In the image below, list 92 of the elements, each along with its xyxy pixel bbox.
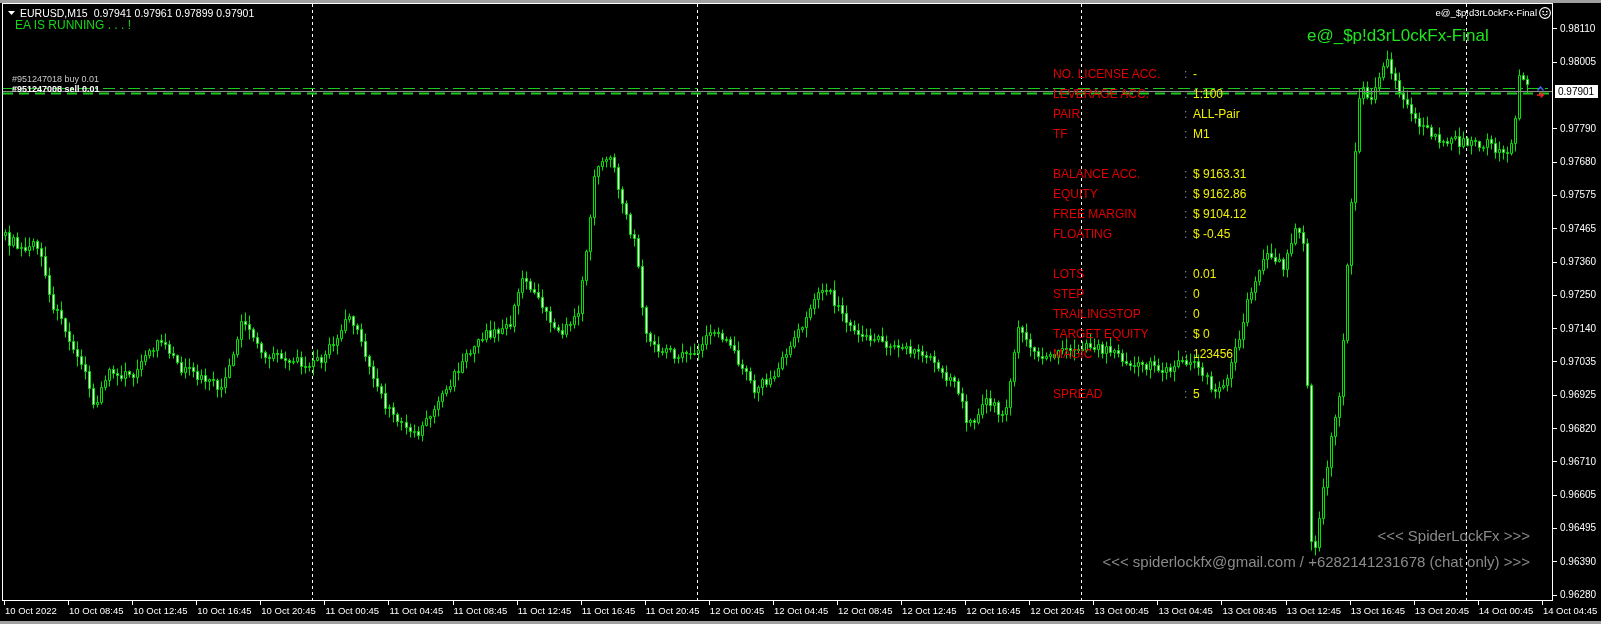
info-label: TF xyxy=(1053,127,1068,141)
info-value: M1 xyxy=(1193,127,1210,141)
info-label: PAIR xyxy=(1053,107,1081,121)
info-label: EQUITY xyxy=(1053,187,1098,201)
field-separator: : xyxy=(1184,267,1188,281)
price-label: 0.97360 xyxy=(1560,256,1597,269)
field-separator: : xyxy=(1184,87,1188,101)
info-label: STEP xyxy=(1053,287,1085,301)
order-label: #951247018 buy 0.01 xyxy=(12,74,100,84)
dropdown-triangle-icon[interactable] xyxy=(8,11,15,15)
price-label: 0.98110 xyxy=(1560,23,1596,35)
trade-arrows-icon xyxy=(1537,86,1544,99)
field-separator: : xyxy=(1184,167,1188,181)
field-separator: : xyxy=(1184,107,1188,121)
time-label: 13 Oct 12:45 xyxy=(1286,605,1341,617)
time-label: 10 Oct 2022 xyxy=(5,605,57,617)
time-label: 10 Oct 16:45 xyxy=(197,605,252,617)
time-label: 13 Oct 08:45 xyxy=(1222,605,1277,617)
info-label: FLOATING xyxy=(1053,227,1113,241)
price-label: 0.97790 xyxy=(1560,122,1597,135)
time-label: 10 Oct 08:45 xyxy=(69,605,124,617)
time-label: 14 Oct 00:45 xyxy=(1478,605,1534,617)
field-separator: : xyxy=(1184,387,1188,401)
price-label: 0.96280 xyxy=(1560,589,1597,602)
info-value: - xyxy=(1193,67,1197,81)
info-value: 5 xyxy=(1193,387,1200,401)
time-label: 13 Oct 20:45 xyxy=(1414,605,1470,617)
time-label: 12 Oct 12:45 xyxy=(902,605,957,617)
field-separator: : xyxy=(1184,287,1188,301)
info-value: 123456 xyxy=(1193,347,1234,361)
time-label: 10 Oct 20:45 xyxy=(261,605,316,617)
time-label: 13 Oct 00:45 xyxy=(1094,605,1149,617)
field-separator: : xyxy=(1184,207,1188,221)
field-separator: : xyxy=(1184,307,1188,321)
price-label: 0.96925 xyxy=(1560,389,1597,402)
time-label: 11 Oct 20:45 xyxy=(645,605,700,617)
field-separator: : xyxy=(1184,227,1188,241)
info-value: $ 9104.12 xyxy=(1193,207,1247,221)
ea-status-text: EA IS RUNNING . . . ! xyxy=(15,19,132,31)
time-label: 11 Oct 12:45 xyxy=(517,605,572,617)
ohlc-quotes: 0.97941 0.97961 0.97899 0.97901 xyxy=(93,7,255,19)
price-label: 0.97035 xyxy=(1560,355,1597,368)
price-label: 0.96605 xyxy=(1560,489,1597,502)
time-label: 12 Oct 20:45 xyxy=(1030,605,1085,617)
info-label: LOTS xyxy=(1053,267,1085,281)
field-separator: : xyxy=(1184,127,1188,141)
price-label: 0.96710 xyxy=(1560,455,1597,468)
info-label: FREE MARGIN xyxy=(1053,207,1137,221)
price-label: 0.96495 xyxy=(1560,522,1597,535)
expert-title: e@_$p!d3rL0ckFx-Final xyxy=(1307,26,1489,46)
info-value: $ -0.45 xyxy=(1193,227,1231,241)
contact-text: <<< SpiderLockFx >>> xyxy=(1377,527,1530,545)
field-separator: : xyxy=(1184,347,1188,361)
info-label: NO. LICENSE ACC. xyxy=(1053,67,1161,81)
expert-name-caption: e@_$p!d3rL0ckFx-Final xyxy=(1435,7,1537,19)
price-label: 0.97250 xyxy=(1560,289,1597,302)
time-label: 13 Oct 04:45 xyxy=(1158,605,1213,617)
info-value: ALL-Pair xyxy=(1193,107,1240,121)
time-label: 11 Oct 08:45 xyxy=(453,605,508,617)
price-label: 0.98005 xyxy=(1560,56,1597,69)
info-value: $ 9162.86 xyxy=(1193,187,1247,201)
info-label: SPREAD xyxy=(1053,387,1103,401)
current-price-label: 0.97901 xyxy=(1555,85,1599,98)
info-value: $ 9163.31 xyxy=(1193,167,1247,181)
info-value: 0 xyxy=(1193,287,1200,301)
field-separator: : xyxy=(1184,187,1188,201)
time-label: 14 Oct 04:45 xyxy=(1542,605,1598,617)
contact-text: <<< spiderlockfx@gmail.com / +6282141231678 (chat only) >>> xyxy=(1102,553,1530,571)
info-value: 0 xyxy=(1193,307,1200,321)
time-label: 11 Oct 00:45 xyxy=(325,605,380,617)
info-label: BALANCE ACC. xyxy=(1053,167,1141,181)
info-value: 0.01 xyxy=(1193,267,1217,281)
price-label: 0.97465 xyxy=(1560,222,1597,235)
symbol-timeframe: EURUSD,M15 xyxy=(20,7,88,19)
time-label: 12 Oct 04:45 xyxy=(773,605,829,617)
price-label: 0.96820 xyxy=(1560,422,1597,435)
time-label: 11 Oct 04:45 xyxy=(389,605,444,617)
price-label: 0.96390 xyxy=(1560,555,1597,568)
time-label: 12 Oct 16:45 xyxy=(966,605,1021,617)
time-label: 10 Oct 12:45 xyxy=(133,605,188,617)
time-label: 13 Oct 16:45 xyxy=(1350,605,1406,617)
time-label: 12 Oct 00:45 xyxy=(709,605,765,617)
info-label: TARGET EQUITY xyxy=(1053,327,1149,341)
time-label: 11 Oct 16:45 xyxy=(581,605,636,617)
field-separator: : xyxy=(1184,327,1188,341)
price-label: 0.97575 xyxy=(1560,189,1597,202)
price-label: 0.97680 xyxy=(1560,156,1597,169)
price-label: 0.97140 xyxy=(1560,322,1597,335)
info-label: TRAILINGSTOP xyxy=(1053,307,1141,321)
field-separator: : xyxy=(1184,67,1188,81)
time-label: 12 Oct 08:45 xyxy=(838,605,893,617)
info-value: $ 0 xyxy=(1193,327,1210,341)
